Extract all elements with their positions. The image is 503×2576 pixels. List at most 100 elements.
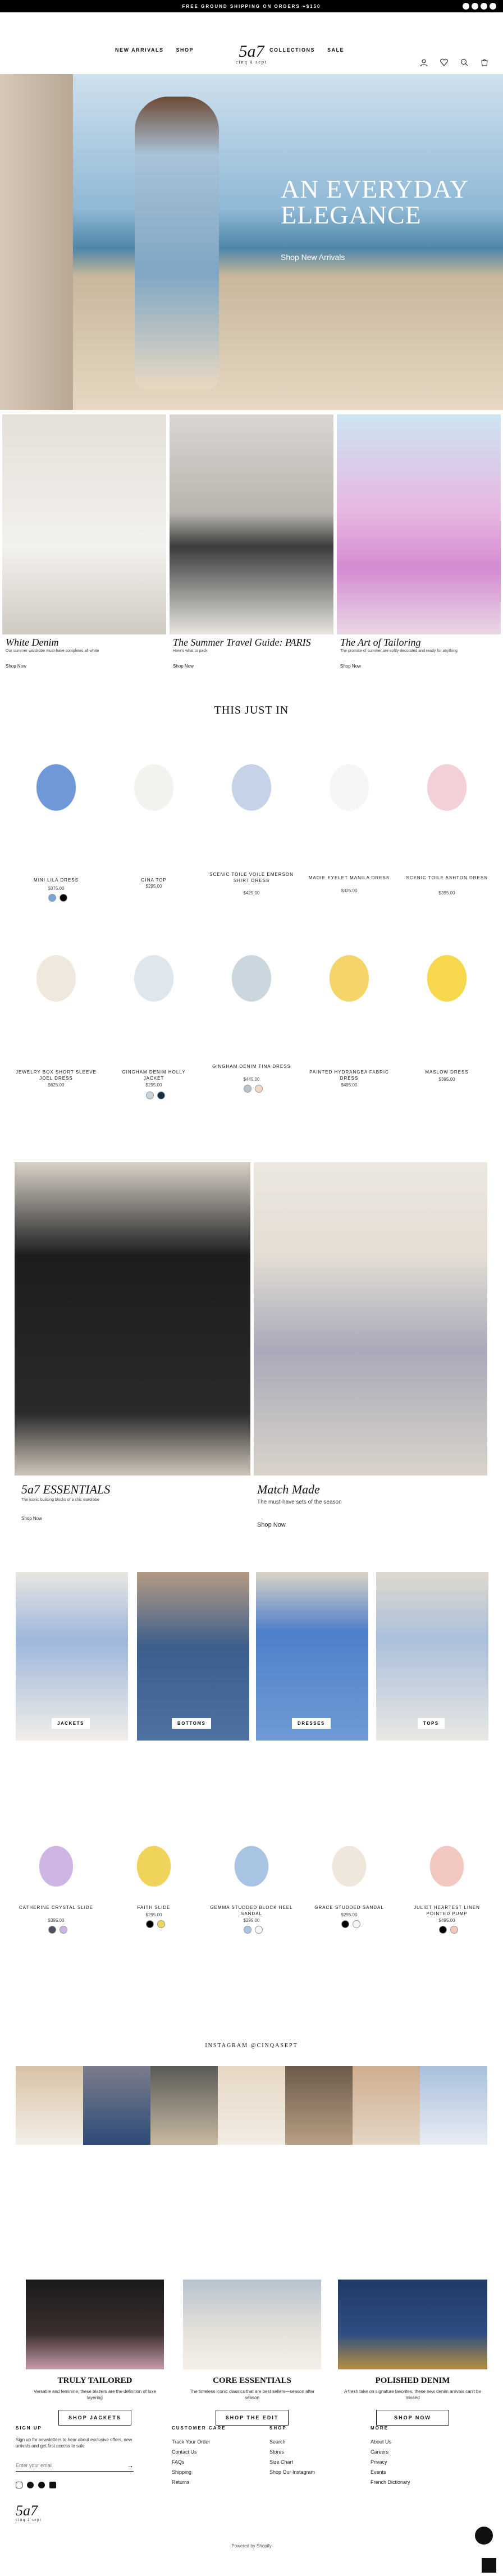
category-label-tops[interactable]: TOPS [418, 1718, 445, 1729]
category-label-jackets[interactable]: JACKETS [52, 1718, 90, 1729]
product-name[interactable]: PAINTED HYDRANGEA FABRIC DRESS [307, 1069, 391, 1081]
footer-link[interactable]: Contact Us [172, 2449, 197, 2455]
reviews-badge-icon[interactable] [482, 2558, 496, 2573]
shoe-name[interactable]: CATHERINE CRYSTAL SLIDE [14, 1904, 98, 1911]
instagram-icon[interactable] [16, 2482, 22, 2488]
promo-title-2[interactable]: Match Made [257, 1482, 320, 1497]
swatch[interactable] [157, 1091, 165, 1099]
product-name[interactable]: MASLOW DRESS [405, 1069, 489, 1075]
instagram-image[interactable] [420, 2066, 487, 2145]
product-name[interactable]: SCENIC TOILE VOILE EMERSON SHIRT DRESS [209, 871, 294, 884]
facebook-icon[interactable] [463, 3, 469, 10]
footer-logo[interactable]: 5a7 cinq à sept [16, 2504, 42, 2523]
feature-image-white-denim[interactable] [2, 414, 166, 634]
product-image[interactable] [17, 741, 95, 825]
collection-image-denim[interactable] [338, 2280, 487, 2369]
nav-sale[interactable]: SALE [327, 47, 344, 53]
account-icon[interactable] [420, 58, 428, 67]
feature-title-2[interactable]: The Summer Travel Guide: PARIS [173, 637, 311, 648]
feature-title-3[interactable]: The Art of Tailoring [340, 637, 421, 648]
swatch[interactable] [60, 894, 67, 902]
product-name[interactable]: MADIE EYELET MANILA DRESS [307, 875, 391, 881]
feature-image-paris[interactable] [170, 414, 333, 634]
product-image[interactable] [408, 932, 486, 1016]
swatch[interactable] [48, 894, 56, 902]
swatch[interactable] [439, 1926, 447, 1934]
footer-link[interactable]: Search [269, 2439, 286, 2445]
footer-link[interactable]: About Us [371, 2439, 391, 2445]
powered-by[interactable]: Powered by Shopify [0, 2543, 503, 2548]
category-label-bottoms[interactable]: BOTTOMS [172, 1718, 212, 1729]
search-icon[interactable] [460, 58, 468, 66]
facebook-icon[interactable] [27, 2482, 34, 2488]
product-name[interactable]: GINGHAM DENIM HOLLY JACKET [112, 1069, 196, 1081]
promo-image-match-made[interactable] [254, 1162, 487, 1476]
hero-cta-link[interactable]: Shop New Arrivals [281, 253, 345, 262]
category-image-dresses[interactable] [256, 1572, 368, 1741]
swatch[interactable] [146, 1920, 154, 1928]
promo-link-1[interactable]: Shop Now [21, 1516, 42, 1521]
shoe-image[interactable] [408, 1819, 486, 1887]
email-input[interactable] [16, 2462, 117, 2468]
product-image[interactable] [310, 932, 388, 1016]
promo-link-2[interactable]: Shop Now [257, 1522, 286, 1528]
collection-button-3[interactable]: SHOP NOW [376, 2410, 449, 2426]
swatch[interactable] [353, 1920, 360, 1928]
category-label-dresses[interactable]: DRESSES [292, 1718, 331, 1729]
product-name[interactable]: GINA TOP [112, 877, 196, 883]
shoe-image[interactable] [310, 1819, 388, 1887]
collection-image-tailored[interactable] [26, 2280, 164, 2369]
product-image[interactable] [212, 741, 291, 825]
feature-link-3[interactable]: Shop Now [340, 664, 361, 669]
pinterest-icon[interactable] [38, 2482, 45, 2488]
footer-link[interactable]: Events [371, 2469, 386, 2475]
arrow-right-icon[interactable]: → [127, 2461, 134, 2469]
footer-link[interactable]: Track Your Order [172, 2439, 210, 2445]
tiktok-icon[interactable] [49, 2482, 56, 2488]
instagram-title[interactable]: INSTAGRAM @CINQASEPT [0, 2043, 503, 2049]
heart-icon[interactable] [440, 58, 448, 66]
category-image-bottoms[interactable] [137, 1572, 249, 1741]
swatch[interactable] [255, 1085, 263, 1093]
instagram-image[interactable] [150, 2066, 218, 2145]
cart-icon[interactable] [481, 58, 488, 66]
swatch[interactable] [255, 1926, 263, 1934]
swatch[interactable] [157, 1920, 165, 1928]
promo-image-essentials[interactable] [15, 1162, 250, 1476]
shoe-name[interactable]: GEMMA STUDDED BLOCK HEEL SANDAL [209, 1904, 294, 1917]
nav-shop[interactable]: SHOP [176, 47, 194, 53]
instagram-image[interactable] [285, 2066, 353, 2145]
footer-link[interactable]: FAQs [172, 2459, 185, 2465]
footer-link[interactable]: Size Chart [269, 2459, 293, 2465]
category-image-tops[interactable] [376, 1572, 488, 1741]
shoe-name[interactable]: JULIET HEARTEST LINEN POINTED PUMP [405, 1904, 489, 1917]
product-name[interactable]: GINGHAM DENIM TINA DRESS [209, 1063, 294, 1070]
instagram-icon[interactable] [472, 3, 478, 10]
product-image[interactable] [408, 741, 486, 825]
promo-title-1[interactable]: 5a7 ESSENTIALS [21, 1482, 110, 1497]
shoe-image[interactable] [17, 1819, 95, 1887]
swatch[interactable] [244, 1926, 252, 1934]
footer-link[interactable]: French Dictionary [371, 2479, 410, 2485]
instagram-image[interactable] [353, 2066, 420, 2145]
product-image[interactable] [115, 932, 193, 1016]
hero-banner[interactable]: AN EVERYDAY ELEGANCE Shop New Arrivals [0, 74, 503, 410]
collection-button-2[interactable]: SHOP THE EDIT [216, 2410, 289, 2426]
footer-link[interactable]: Privacy [371, 2459, 387, 2465]
instagram-image[interactable] [83, 2066, 150, 2145]
footer-link[interactable]: Shipping [172, 2469, 191, 2475]
feature-image-tailoring[interactable] [337, 414, 501, 634]
footer-link[interactable]: Careers [371, 2449, 388, 2455]
swatch[interactable] [48, 1926, 56, 1934]
shoe-image[interactable] [212, 1819, 291, 1887]
feature-link-2[interactable]: Shop Now [173, 664, 194, 669]
instagram-image[interactable] [218, 2066, 285, 2145]
swatch[interactable] [450, 1926, 458, 1934]
product-image[interactable] [115, 741, 193, 825]
tiktok-icon[interactable] [490, 3, 496, 10]
footer-link[interactable]: Stores [269, 2449, 284, 2455]
category-image-jackets[interactable] [16, 1572, 128, 1741]
feature-link-1[interactable]: Shop Now [6, 664, 26, 669]
shoe-name[interactable]: FAITH SLIDE [112, 1904, 196, 1911]
footer-link[interactable]: Returns [172, 2479, 190, 2485]
